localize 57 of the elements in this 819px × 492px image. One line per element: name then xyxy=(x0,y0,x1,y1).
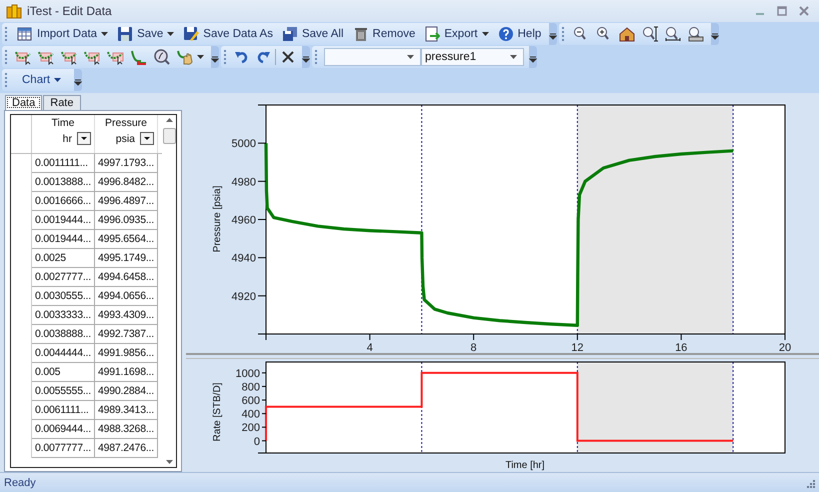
column-name: Pressure xyxy=(104,117,148,129)
table-cell: 4993.4309... xyxy=(95,306,158,325)
table-cell: 0.0038888... xyxy=(32,325,95,344)
axis-tick-label: 400 xyxy=(242,408,260,421)
table-cell: 0.0077777... xyxy=(32,439,95,458)
table-cell: 0.0033333... xyxy=(32,306,95,325)
table-cell: 0.0019444... xyxy=(32,211,95,230)
table-cell: 4989.3413... xyxy=(95,401,158,420)
table-cell: 4995.1749... xyxy=(95,249,158,268)
status-text: Ready xyxy=(4,476,36,488)
table-cell: 4991.1698... xyxy=(95,363,158,382)
axis-tick-label: 4980 xyxy=(232,176,256,188)
table-cell: 4990.2884... xyxy=(95,382,158,401)
table-cell: 0.0061111... xyxy=(32,401,95,420)
table-cell: 0.0055555... xyxy=(32,382,95,401)
table-cell: 4996.0935... xyxy=(95,211,158,230)
axis-tick-label: 600 xyxy=(242,395,260,408)
axis-tick-label: 4940 xyxy=(232,252,256,265)
axis-tick-label: 1000 xyxy=(236,368,260,380)
axis-tick-label: 5000 xyxy=(232,138,256,150)
axis-tick-label: 12 xyxy=(571,342,584,353)
table-cell: 4996.4897... xyxy=(95,192,158,211)
axis-tick-label: 4920 xyxy=(232,290,256,303)
table-cell: 0.0044444... xyxy=(32,344,95,363)
table-cell: 0.0019444... xyxy=(32,230,95,249)
axis-tick-label: 20 xyxy=(778,342,792,353)
window-title: iTest - Edit Data xyxy=(27,4,113,18)
table-cell: 4991.9856... xyxy=(95,344,158,363)
table-cell: 4996.8482... xyxy=(95,173,158,192)
table-cell: 0.005 xyxy=(32,363,95,382)
table-cell: 0.0011111... xyxy=(32,154,95,173)
axis-tick-label: 800 xyxy=(242,381,260,394)
table-cell: 0.0013888... xyxy=(32,173,95,192)
column-name: Time xyxy=(50,117,76,129)
axis-title: Rate [STB/D] xyxy=(212,382,223,442)
axis-tick-label: 16 xyxy=(675,342,688,353)
table-cell: 4987.2476... xyxy=(95,439,158,458)
axis-title: Time [hr] xyxy=(505,460,545,471)
column-unit: psia xyxy=(116,132,135,144)
axis-tick-label: 4960 xyxy=(232,214,256,226)
table-cell: 4988.3268... xyxy=(95,420,158,439)
axis-tick-label: 200 xyxy=(242,422,260,434)
axis-title: Pressure [psia] xyxy=(212,186,223,252)
table-cell: 0.0027777... xyxy=(32,268,95,287)
table-cell: 4992.7387... xyxy=(95,325,158,344)
table-cell: 0.0030555... xyxy=(32,287,95,306)
table-cell: 4997.1793... xyxy=(95,154,158,173)
table-cell: 0.0016666... xyxy=(32,192,95,211)
axis-tick-label: 8 xyxy=(470,342,477,353)
table-cell: 0.0025 xyxy=(32,249,95,268)
table-cell: 4994.6458... xyxy=(95,268,158,287)
table-cell: 4995.6564... xyxy=(95,230,158,249)
axis-tick-label: 0 xyxy=(254,436,260,448)
axis-tick-label: 4 xyxy=(366,342,373,353)
table-cell: 0.0069444... xyxy=(32,420,95,439)
column-unit: hr xyxy=(62,132,72,144)
table-cell: 4994.0656... xyxy=(95,287,158,306)
